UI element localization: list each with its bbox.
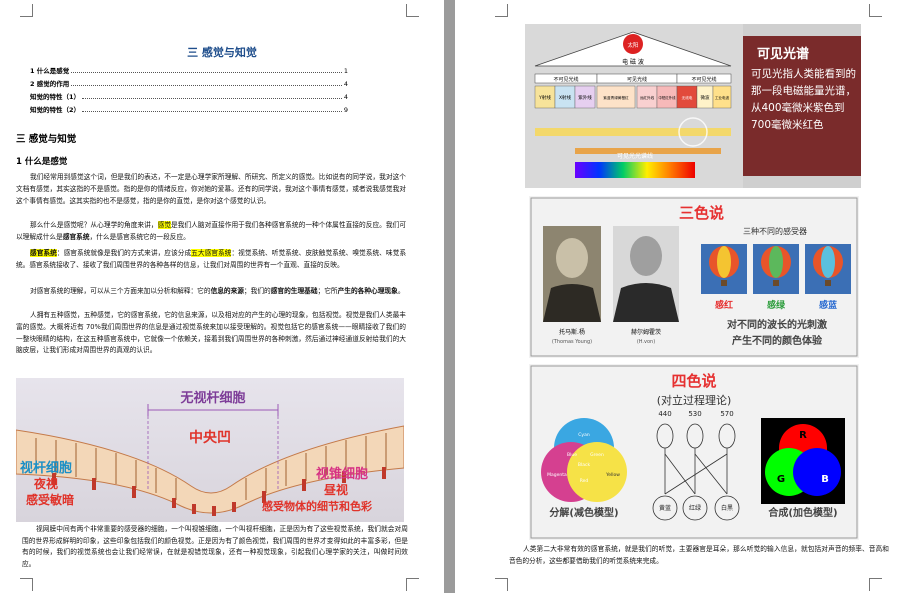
- trichromatic-title: 三色说: [679, 204, 724, 222]
- svg-text:感蓝: 感蓝: [819, 299, 837, 311]
- spectrum-description: 可见光指人类能看到的那一段电磁能量光谱，从400毫微米紫色到700毫微米红色: [751, 68, 856, 131]
- paragraph-5: 人拥有五种感觉，五种感觉，它的感官系统，它的信息来源，以及相对应的产生的心理的现…: [16, 311, 406, 355]
- svg-text:X射线: X射线: [559, 94, 572, 101]
- crop-mark: [406, 578, 419, 591]
- svg-text:不可见光线: 不可见光线: [553, 76, 578, 83]
- svg-text:Red: Red: [580, 478, 589, 484]
- toc-title: 三 感觉与知觉: [187, 46, 257, 59]
- svg-text:感绿: 感绿: [767, 299, 786, 311]
- svg-text:产生不同的颜色体验: 产生不同的颜色体验: [732, 334, 823, 347]
- crop-mark: [869, 4, 882, 17]
- section-heading: 三 感觉与知觉: [16, 134, 77, 145]
- svg-text:无线电: 无线电: [682, 95, 693, 100]
- toc-entry[interactable]: 知觉的特性（2） 9: [30, 102, 348, 114]
- svg-text:Yellow: Yellow: [605, 472, 620, 478]
- balloon-images: [701, 244, 851, 294]
- svg-text:570: 570: [720, 410, 733, 418]
- svg-text:红绿: 红绿: [689, 504, 701, 512]
- svg-text:赫尔姆霍茨: 赫尔姆霍茨: [631, 328, 661, 336]
- toc-entry[interactable]: 1 什么是感觉 1: [30, 63, 348, 75]
- svg-text:微波: 微波: [701, 94, 710, 101]
- label-cone-cell: 视锥细胞: [316, 466, 368, 482]
- right-page: 太阳 电 磁 波 不可见光线 可见光线 不可见光线 Y射线 X射线 紫外线 紫蓝…: [455, 0, 898, 593]
- spectrum-figure: 太阳 电 磁 波 不可见光线 可见光线 不可见光线 Y射线 X射线 紫外线 紫蓝…: [525, 24, 861, 188]
- svg-text:(对立过程理论): (对立过程理论): [657, 393, 732, 407]
- label-detail-color: 感受物体的细节和色彩: [262, 499, 372, 513]
- label-dark-sensitive: 感受敏暗: [26, 492, 74, 507]
- highlight: 感觉: [157, 221, 172, 229]
- svg-text:分解(减色模型): 分解(减色模型): [549, 506, 618, 519]
- retina-figure: 无视杆细胞 中央凹 视杆细胞 夜视 感受敏暗 视锥细胞 昼视 感受物体的细节和色…: [16, 378, 404, 522]
- left-page: 三 感觉与知觉 1 什么是感觉 1 2 感觉的作用 4 知觉的特性（1） 4 知觉的特…: [0, 0, 444, 593]
- bottom-paragraph: 视网膜中间有两个非常重要的感受器的细胞，一个叫视锥细胞，一个叫视杆细胞，正是因为…: [22, 525, 408, 568]
- crop-mark: [869, 578, 882, 591]
- crop-mark: [495, 578, 508, 591]
- subsection-heading: 1 什么是感觉: [16, 157, 68, 167]
- crop-mark: [20, 578, 33, 591]
- paragraph-1: 我们经常用到感觉这个词，但是我们的表达，不一定是心理学家所理解、所研究、所定义的…: [16, 173, 406, 205]
- svg-text:中短红外线: 中短红外线: [659, 95, 677, 100]
- svg-text:Y射线: Y射线: [538, 94, 551, 101]
- opponent-figure: 四色说 (对立过程理论) Cyan Blue Green Black Magen…: [529, 364, 859, 540]
- crop-mark: [20, 4, 33, 17]
- toc-entry[interactable]: 知觉的特性（1） 4: [30, 89, 348, 101]
- svg-text:(H.von): (H.von): [637, 339, 655, 345]
- svg-text:Green: Green: [590, 452, 604, 458]
- svg-text:R: R: [799, 430, 807, 441]
- svg-text:远红外线: 远红外线: [640, 95, 655, 100]
- label-rod-cell: 视杆细胞: [20, 460, 72, 476]
- svg-text:紫蓝青绿黄橙红: 紫蓝青绿黄橙红: [603, 95, 629, 100]
- sun-label: 太阳: [627, 41, 638, 49]
- label-fovea: 中央凹: [189, 429, 231, 446]
- svg-text:不可见光线: 不可见光线: [691, 76, 716, 83]
- svg-text:Blue: Blue: [567, 452, 577, 458]
- paragraph-3: 感官系统：感官系统就像是我们的方式来讲，应该分成五大感官系统：视觉系统、听觉系统…: [16, 249, 407, 269]
- highlight: 五大感官系统: [191, 249, 232, 257]
- toc-entry[interactable]: 2 感觉的作用 4: [30, 76, 348, 88]
- bottom-paragraph: 人类第二大非常有效的感官系统，就是我们的听觉，主要器官是耳朵，那么听觉的输入信息…: [509, 545, 889, 565]
- highlight: 感官系统: [30, 249, 57, 257]
- spectrum-title: 可见光谱: [757, 46, 809, 62]
- svg-text:合成(加色模型): 合成(加色模型): [767, 506, 837, 519]
- svg-text:G: G: [777, 474, 785, 485]
- svg-text:托马斯.杨: 托马斯.杨: [559, 328, 585, 336]
- opponent-title: 四色说: [671, 372, 716, 390]
- svg-text:工业电波: 工业电波: [715, 95, 730, 100]
- svg-text:Cyan: Cyan: [578, 432, 590, 438]
- paragraph-2: 那么什么是感觉呢？从心理学的角度来讲，感觉是我们人脑对直接作用于我们各种感官系统…: [16, 221, 407, 241]
- svg-text:Magenta: Magenta: [547, 472, 567, 478]
- svg-text:三种不同的感受器: 三种不同的感受器: [743, 226, 807, 236]
- svg-text:B: B: [821, 474, 829, 485]
- svg-text:Black: Black: [578, 462, 591, 468]
- svg-text:440: 440: [658, 410, 671, 418]
- svg-text:白黑: 白黑: [721, 504, 733, 512]
- svg-text:(Thomas Young): (Thomas Young): [552, 339, 592, 345]
- svg-text:感红: 感红: [715, 299, 733, 311]
- label-night-vision: 夜视: [33, 476, 58, 491]
- svg-text:可见光线: 可见光线: [627, 76, 647, 83]
- svg-text:530: 530: [688, 410, 701, 418]
- label-rod-free: 无视杆细胞: [179, 390, 245, 406]
- spectrum-bar-label: 可见光光谱线: [617, 152, 653, 160]
- crop-mark: [406, 4, 419, 17]
- trichromatic-figure: 三色说 托马斯.杨 (Thomas Young) 赫尔姆霍茨 (H.von) 三…: [529, 196, 859, 358]
- label-day-vision: 昼视: [323, 482, 348, 497]
- em-wave-label: 电 磁 波: [622, 58, 644, 66]
- svg-text:对不同的波长的光刺激: 对不同的波长的光刺激: [727, 318, 827, 331]
- paragraph-4: 对感官系统的理解，可以从三个方面来加以分析和解释：它的信息的来源；我们的感官的生…: [30, 287, 405, 295]
- crop-mark: [495, 4, 508, 17]
- svg-text:紫外线: 紫外线: [578, 94, 592, 101]
- svg-text:黄蓝: 黄蓝: [659, 504, 671, 512]
